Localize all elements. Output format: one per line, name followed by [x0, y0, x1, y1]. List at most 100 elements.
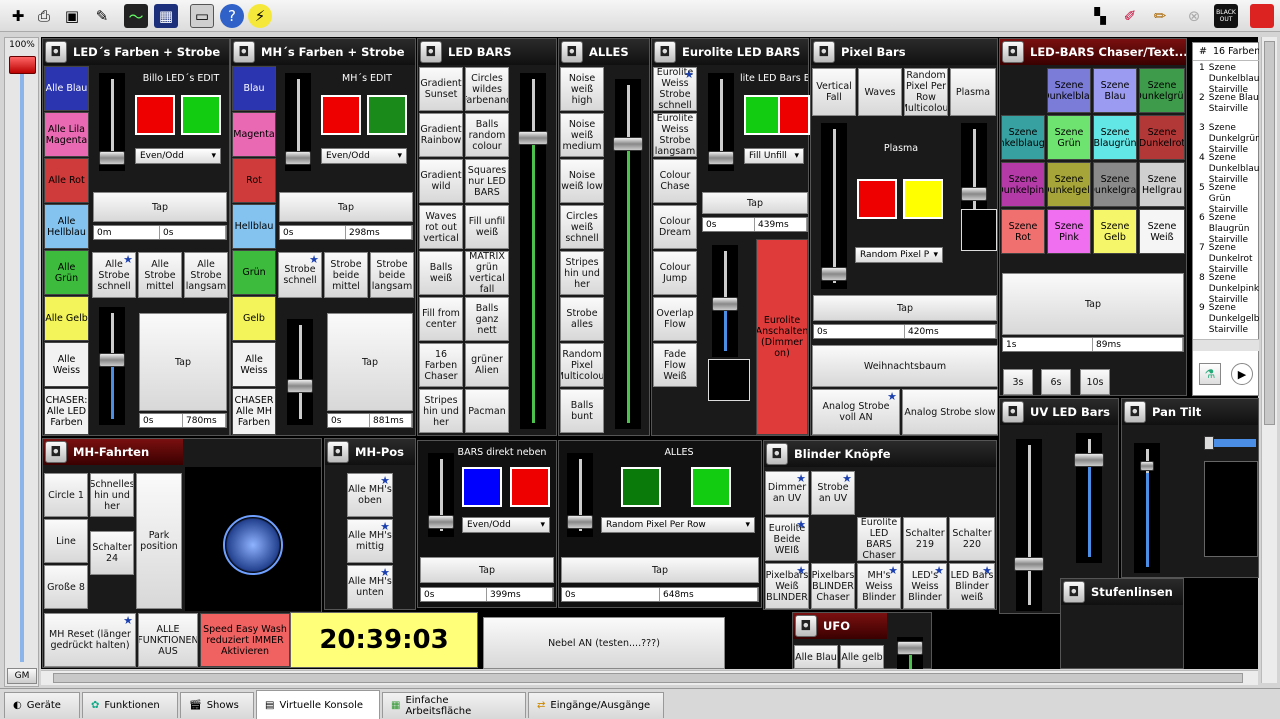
tap-button[interactable]: Tap	[420, 557, 554, 583]
effect-button[interactable]: Plasma	[950, 68, 996, 116]
line-button[interactable]: Line	[44, 519, 88, 563]
scrollbar-thumb[interactable]	[1264, 41, 1275, 425]
tap-button[interactable]: Tap	[93, 192, 227, 222]
schalter-24-button[interactable]: Schalter 24	[90, 531, 134, 575]
effect-button[interactable]: Gradient wild	[419, 159, 463, 203]
color-swatch-red[interactable]	[135, 95, 175, 135]
color-button-hellblau[interactable]: Alle Hellblau	[44, 204, 89, 249]
effect-button[interactable]: Waves rot out vertical	[419, 205, 463, 249]
mh-reset-button[interactable]: MH Reset (länger gedrückt halten) ★	[44, 613, 136, 667]
frame-collapse-icon[interactable]: ◘	[813, 41, 835, 63]
scrollbar-thumb[interactable]	[53, 673, 1243, 683]
schnelles-button[interactable]: Schnelles hin und her	[90, 473, 134, 517]
cue-list-row[interactable]: 2 Szene Blau Stairville	[1193, 93, 1259, 123]
color-button-blau[interactable]: Blau	[232, 66, 276, 111]
dmx-grid-icon[interactable]: ▦	[154, 4, 178, 28]
flask-icon[interactable]: ⚗	[1199, 363, 1221, 385]
scene-button[interactable]: Szene Weiß	[1139, 209, 1185, 254]
pan-slider[interactable]	[1204, 436, 1256, 450]
tap-button[interactable]: Tap	[279, 192, 413, 222]
effect-button[interactable]: Fill from center	[419, 297, 463, 341]
gm-button[interactable]: GM	[7, 668, 37, 684]
scene-button[interactable]: Szene Dunkelblaugrün	[1001, 115, 1045, 160]
blinder-button[interactable]: LED Bars Blinder weiß ★	[949, 563, 995, 609]
xy-pad[interactable]	[1204, 461, 1258, 557]
effect-button[interactable]: Noise weiß high	[560, 67, 604, 111]
scene-button[interactable]: Szene Pink	[1047, 209, 1091, 254]
mh-mittig-button[interactable]: Alle MH's mittig ★	[347, 519, 393, 563]
cue-list-row[interactable]: 9 Szene Dunkelgelb Stairville	[1193, 303, 1259, 333]
scene-button[interactable]: Szene Gelb	[1093, 209, 1137, 254]
strobe-schnell-button[interactable]: Strobe schnell ★	[278, 252, 322, 298]
frame-collapse-icon[interactable]: ◘	[233, 41, 255, 63]
scene-button[interactable]: Szene Dunkelgelb	[1047, 162, 1091, 207]
time-3s-button[interactable]: 3s	[1003, 369, 1033, 395]
color-button-gelb[interactable]: Gelb	[232, 296, 276, 341]
effect-button[interactable]: Circles weiß schnell	[560, 205, 604, 249]
color-swatch-red[interactable]	[778, 95, 810, 135]
scene-button[interactable]: Szene Dunkelpink	[1001, 162, 1045, 207]
tap-button[interactable]: Tap	[702, 192, 808, 214]
blackout-button[interactable]: BLACK OUT	[1214, 4, 1238, 28]
speed-readout-2[interactable]: 0s 780ms	[139, 413, 227, 428]
color-swatch-red[interactable]	[857, 179, 897, 219]
speed-readout[interactable]: 0m 0s	[93, 225, 227, 240]
frame-collapse-icon[interactable]: ◘	[654, 41, 676, 63]
tab-geraete[interactable]: ◐ Geräte	[4, 692, 80, 718]
fader-slider[interactable]	[821, 123, 847, 289]
cue-list-row[interactable]: 8 Szene Dunkelpink Stairville	[1193, 273, 1259, 303]
effect-button[interactable]: grüner Alien	[465, 343, 509, 387]
effect-button[interactable]: Eurolite Weiss Strobe schnell ★	[653, 67, 697, 111]
effect-button[interactable]: Fade Flow Weiß	[653, 343, 697, 387]
speed-readout-2[interactable]: 0s 881ms	[327, 413, 413, 428]
frame-collapse-icon[interactable]: ◘	[1002, 41, 1024, 63]
tilt-slider[interactable]	[1134, 443, 1160, 573]
speed-readout[interactable]: 0s 399ms	[420, 587, 554, 602]
mode-dropdown[interactable]: Even/Odd ▾	[135, 148, 221, 164]
cue-list-row[interactable]: 5 Szene Grün Stairville	[1193, 183, 1259, 213]
color-swatch-red[interactable]	[321, 95, 361, 135]
horizontal-scrollbar[interactable]	[41, 670, 1258, 685]
effect-button[interactable]: Colour Dream	[653, 205, 697, 249]
scene-button[interactable]: Szene Blau	[1093, 68, 1137, 113]
blinder-button[interactable]: Eurolite LED BARS Chaser	[857, 517, 901, 561]
save-icon[interactable]: ▣	[60, 4, 84, 28]
color-button-rot[interactable]: Rot	[232, 158, 276, 203]
color-swatch-red[interactable]	[510, 467, 550, 507]
mode-dropdown[interactable]: Random Pixel P ▾	[855, 247, 943, 263]
fader-slider[interactable]	[285, 73, 311, 171]
color-swatch-yellow[interactable]	[903, 179, 943, 219]
speed-readout[interactable]: 0s 298ms	[279, 225, 413, 240]
speed-readout[interactable]: 0s 648ms	[561, 587, 759, 602]
color-swatch-green[interactable]	[691, 467, 731, 507]
monitor-icon[interactable]: 〜	[124, 4, 148, 28]
effect-button[interactable]: Gradient Rainbow	[419, 113, 463, 157]
grosse-8-button[interactable]: Große 8	[44, 565, 88, 609]
frame-collapse-icon[interactable]: ◘	[1124, 401, 1146, 423]
strobe-schnell-button[interactable]: Alle Strobe schnell ★	[92, 252, 136, 298]
time-10s-button[interactable]: 10s	[1080, 369, 1110, 395]
fader-slider[interactable]	[712, 245, 738, 357]
fader-slider[interactable]	[708, 73, 734, 171]
tab-shows[interactable]: 🎬︎ Shows	[180, 692, 254, 718]
effect-button[interactable]: Squares nur LED BARS	[465, 159, 509, 203]
cue-list-row[interactable]: 4Szene Dunkelblaugrün Stairville	[1193, 153, 1259, 183]
weihnachtsbaum-button[interactable]: Weihnachtsbaum	[812, 345, 998, 387]
fader-slider[interactable]	[1074, 433, 1104, 563]
fader-slider[interactable]	[99, 307, 125, 425]
fader-slider[interactable]	[1014, 439, 1044, 611]
ufo-gelb-button[interactable]: Alle gelb	[840, 645, 884, 669]
fader-slider[interactable]	[613, 79, 643, 429]
tap-button-2[interactable]: Tap	[139, 313, 227, 411]
eurolite-anschalten-button[interactable]: Eurolite Anschalten (Dimmer on)	[756, 239, 808, 435]
scene-button[interactable]: Szene Hellgrau	[1139, 162, 1185, 207]
chaser-button[interactable]: CHASER Alle MH Farben	[232, 388, 276, 435]
strobe-langsam-button[interactable]: Alle Strobe langsam	[184, 252, 228, 298]
lightning-icon[interactable]: ⚡	[248, 4, 272, 28]
effect-button[interactable]: Balls weiß	[419, 251, 463, 295]
tap-button[interactable]: Tap	[1002, 273, 1184, 335]
effect-button[interactable]: Pacman	[465, 389, 509, 433]
scene-button[interactable]: Szene Dunkelgrün	[1139, 68, 1185, 113]
stop-red-icon[interactable]	[1250, 4, 1274, 28]
blinder-button[interactable]: LED's Weiss Blinder ★	[903, 563, 947, 609]
